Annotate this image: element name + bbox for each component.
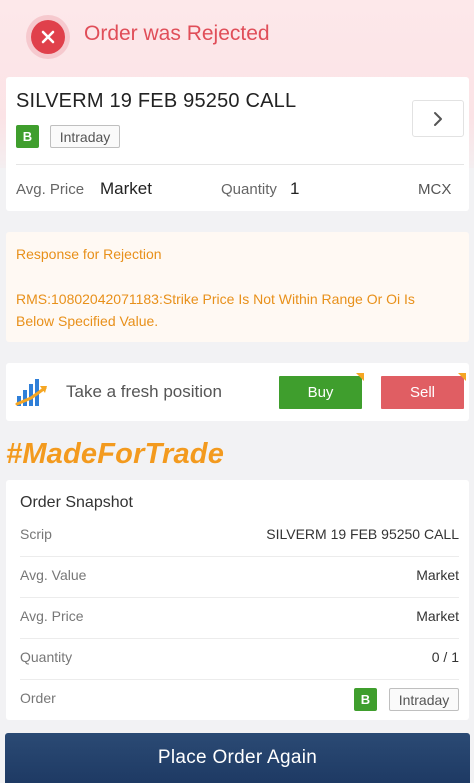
divider	[16, 164, 464, 165]
divider	[20, 556, 459, 557]
divider	[20, 597, 459, 598]
exchange-label: MCX	[418, 181, 452, 198]
order-details-button[interactable]	[412, 100, 464, 137]
rejection-message: RMS:10802042071183:Strike Price Is Not W…	[16, 291, 415, 329]
rejection-heading: Response for Rejection	[16, 246, 162, 262]
close-icon	[26, 15, 70, 59]
order-snapshot-card: Order Snapshot Scrip SILVERM 19 FEB 9525…	[6, 480, 469, 720]
snapshot-value: Market	[416, 567, 459, 583]
buy-side-badge: B	[16, 125, 39, 148]
snapshot-label: Quantity	[20, 649, 73, 665]
bar-chart-icon	[15, 379, 47, 406]
snapshot-row-quantity: Quantity 0 / 1	[20, 649, 459, 671]
snapshot-row-avg-price: Avg. Price Market	[20, 608, 459, 630]
chevron-right-icon	[434, 111, 442, 126]
quantity-value: 1	[290, 179, 300, 198]
snapshot-buy-badge: B	[354, 688, 377, 711]
snapshot-label: Avg. Value	[20, 567, 87, 583]
snapshot-product-tag: Intraday	[389, 688, 459, 711]
snapshot-label: Order	[20, 690, 56, 706]
rejection-reason-card: Response for Rejection RMS:1080204207118…	[6, 232, 469, 342]
place-order-again-button[interactable]: Place Order Again	[5, 733, 470, 783]
order-scrip-name: SILVERM 19 FEB 95250 CALL	[16, 90, 297, 112]
snapshot-label: Scrip	[20, 526, 52, 542]
snapshot-row-avg-value: Avg. Value Market	[20, 567, 459, 589]
brand-hashtag: #MadeForTrade	[6, 438, 225, 470]
snapshot-title: Order Snapshot	[20, 494, 133, 511]
order-card[interactable]: SILVERM 19 FEB 95250 CALL B Intraday Avg…	[6, 77, 469, 211]
snapshot-value: 0 / 1	[431, 649, 459, 665]
snapshot-value: Market	[416, 608, 459, 624]
product-type-tag: Intraday	[50, 125, 120, 148]
snapshot-value: SILVERM 19 FEB 95250 CALL	[266, 526, 459, 542]
quantity-label: Quantity	[221, 181, 277, 198]
rejection-header: Order was Rejected	[0, 0, 474, 74]
fresh-position-card: Take a fresh position Buy Sell	[6, 363, 469, 421]
fresh-position-label: Take a fresh position	[66, 382, 222, 401]
avg-price-label: Avg. Price	[16, 181, 85, 198]
snapshot-label: Avg. Price	[20, 608, 84, 624]
avg-price-value: Market	[100, 179, 152, 198]
buy-button[interactable]: Buy	[279, 376, 362, 409]
snapshot-row-scrip: Scrip SILVERM 19 FEB 95250 CALL	[20, 526, 459, 548]
divider	[20, 638, 459, 639]
sell-button[interactable]: Sell	[381, 376, 464, 409]
rejection-title: Order was Rejected	[84, 22, 270, 45]
divider	[20, 679, 459, 680]
